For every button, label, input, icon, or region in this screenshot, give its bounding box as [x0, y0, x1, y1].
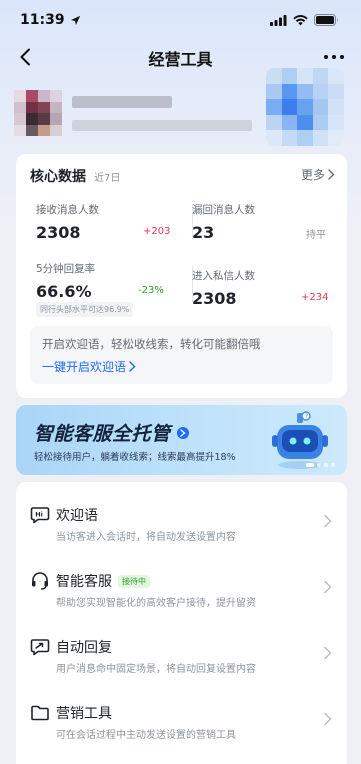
hi-chat-icon: Hi	[30, 507, 50, 524]
wifi-icon	[293, 14, 308, 25]
banner-title: 智能客服全托管	[34, 423, 171, 445]
core-data-period: 近7日	[94, 173, 121, 184]
chevron-right-icon	[324, 580, 332, 594]
avatar	[14, 90, 62, 136]
pagination-dot	[331, 463, 335, 467]
welcome-tip-box: 开启欢迎语，轻松收线索，转化可能翻倍哦 一键开启欢迎语	[30, 326, 333, 384]
account-info-redacted	[72, 120, 252, 131]
tip-link-label: 一键开启欢迎语	[42, 360, 127, 374]
robot-mascot-icon: ?	[272, 411, 328, 469]
location-arrow-icon	[70, 15, 80, 25]
metric-delta: 持平	[306, 230, 326, 241]
metric-label: 漏回消息人数	[192, 204, 255, 216]
tip-text: 开启欢迎语，轻松收线索，转化可能翻倍哦	[42, 337, 261, 351]
chevron-left-icon	[20, 48, 30, 66]
headset-icon	[32, 572, 48, 590]
chevron-right-icon	[324, 646, 332, 660]
banner-subtitle: 轻松接待用户，躺着收线索；线索最高提升18%	[34, 452, 236, 463]
core-data-more-link[interactable]: 更多	[301, 166, 335, 183]
core-data-title: 核心数据	[30, 169, 86, 185]
more-options-button[interactable]	[321, 46, 347, 68]
arrow-circle-icon	[176, 426, 189, 439]
more-dots-icon	[324, 55, 344, 59]
tool-title: 营销工具	[56, 706, 112, 722]
metric-label: 接收消息人数	[36, 204, 99, 216]
status-time: 11:39	[20, 12, 65, 28]
status-badge: 接待中	[118, 574, 150, 588]
tool-item-marketing-tools[interactable]: 营销工具 可在会话过程中主动发送设置的营销工具	[16, 686, 347, 748]
account-profile	[14, 68, 347, 146]
tool-item-auto-reply[interactable]: 自动回复 用户消息命中固定场景，将自动回复设置内容	[16, 620, 347, 682]
account-logo	[266, 68, 344, 146]
banner-pagination	[306, 463, 335, 467]
tools-list-card: Hi 欢迎语 当访客进入会话时，将自动发送设置内容 智能客服 接待中 帮助您实现…	[16, 482, 347, 764]
cellular-signal-icon	[270, 14, 287, 26]
metric-delta: -23%	[138, 285, 164, 296]
chevron-right-icon	[328, 169, 335, 180]
enable-welcome-link[interactable]: 一键开启欢迎语	[42, 358, 321, 375]
page-title: 经营工具	[148, 50, 213, 69]
auto-reply-icon	[30, 639, 50, 656]
battery-icon	[314, 14, 338, 26]
tool-title: 欢迎语	[56, 508, 98, 524]
svg-text:Hi: Hi	[35, 511, 43, 519]
smart-service-banner[interactable]: 智能客服全托管 轻松接待用户，躺着收线索；线索最高提升18% ?	[16, 405, 347, 475]
chevron-right-icon	[129, 361, 136, 372]
tool-item-welcome[interactable]: Hi 欢迎语 当访客进入会话时，将自动发送设置内容	[16, 488, 347, 550]
pagination-dot	[317, 463, 321, 467]
chevron-right-icon	[324, 712, 332, 726]
industry-compare-tag: 同行头部水平可达96.9%	[36, 302, 134, 317]
metric-label: 进入私信人数	[192, 270, 255, 282]
tool-title: 智能客服	[56, 574, 112, 590]
tool-description: 用户消息命中固定场景，将自动回复设置内容	[56, 664, 256, 675]
account-name-redacted	[72, 96, 172, 108]
chevron-right-icon	[324, 514, 332, 528]
metric-label: 5分钟回复率	[36, 263, 96, 275]
status-bar: 11:39	[0, 0, 361, 40]
folder-icon	[31, 705, 49, 721]
metric-delta: +234	[301, 292, 329, 303]
svg-text:?: ?	[304, 413, 308, 421]
tool-item-smart-service[interactable]: 智能客服 接待中 帮助您实现智能化的高效客户接待，提升留资	[16, 554, 347, 616]
tool-description: 可在会话过程中主动发送设置的营销工具	[56, 730, 236, 741]
metric-delta: +203	[143, 226, 171, 237]
tool-description: 当访客进入会话时，将自动发送设置内容	[56, 532, 236, 543]
back-button[interactable]	[14, 46, 36, 68]
pagination-dot	[324, 463, 328, 467]
tool-description: 帮助您实现智能化的高效客户接待，提升留资	[56, 598, 256, 609]
pagination-dot	[306, 463, 314, 467]
core-data-card: 核心数据 近7日 更多 接收消息人数 2308 +203 漏回消息人数 23 持…	[16, 154, 347, 398]
more-label: 更多	[300, 168, 325, 182]
tool-title: 自动回复	[56, 640, 112, 656]
